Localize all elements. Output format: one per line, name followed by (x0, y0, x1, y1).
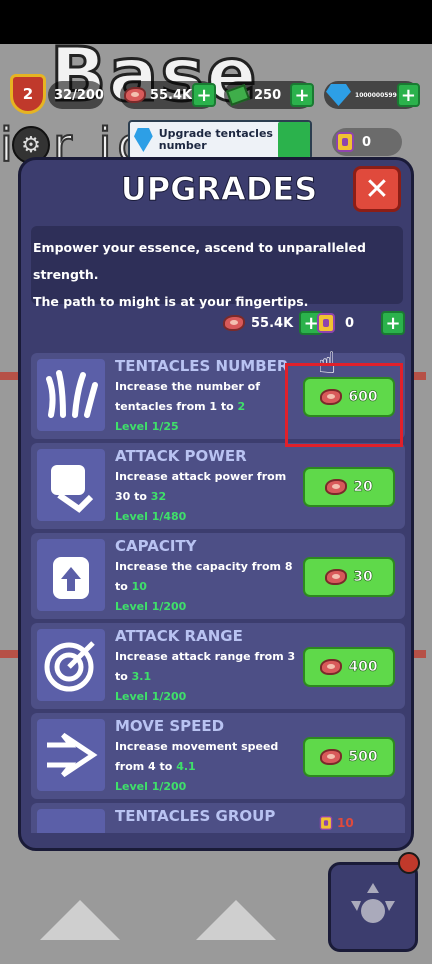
add-gems-button[interactable]: + (396, 83, 420, 107)
meat-icon (325, 479, 348, 495)
cash-icon (225, 84, 251, 106)
meat-balance: 55.4K + (223, 310, 324, 336)
meat-value: 55.4K (149, 87, 193, 103)
price-value: 30 (353, 569, 373, 586)
close-button[interactable]: ✕ (353, 166, 401, 212)
upgrade-card-tentacles-group: TENTACLES GROUP 10 (31, 803, 405, 833)
upgrade-card-move-speed: MOVE SPEED Increase movement speed from … (31, 713, 405, 799)
upgrade-desc-target: 2 (237, 400, 246, 413)
scroll-icon (317, 313, 335, 333)
target-icon (37, 629, 105, 701)
upgrade-notice-text: Upgrade tentacles number (158, 127, 273, 152)
speed-arrow-icon (37, 719, 105, 791)
population-value: 32/200 (54, 87, 104, 103)
scroll-counter: 0 (332, 128, 402, 156)
gem-icon (134, 128, 153, 152)
upgrade-desc-target: 32 (150, 490, 167, 503)
add-meat-button[interactable]: + (192, 83, 216, 107)
upgrade-name: MOVE SPEED (115, 717, 225, 735)
upgrade-level: Level 1/200 (115, 600, 187, 613)
upgrade-level: Level 1/200 (115, 780, 187, 793)
upgrade-description: Increase attack power from 30 to 32 Leve… (115, 467, 305, 527)
price-value: 500 (348, 749, 378, 766)
scroll-balance: 0 + (317, 310, 405, 336)
gem-icon (326, 84, 352, 106)
meat-counter: 55.4K + (120, 81, 216, 109)
buy-attack-power-button[interactable]: 20 (303, 467, 395, 507)
upgrade-desc-target: 10 (131, 580, 147, 593)
price-value: 20 (353, 479, 373, 496)
scroll-value: 0 (362, 134, 372, 150)
upgrade-description: Increase the capacity from 8 to 10 Level… (115, 557, 305, 617)
upgrade-notice[interactable]: Upgrade tentacles number (128, 120, 312, 160)
meat-icon (320, 659, 343, 675)
gems-counter: 1000000599 + (324, 81, 420, 109)
upgrade-description: Increase movement speed from 4 to 4.1 Le… (115, 737, 305, 797)
upgrade-card-attack-range: ATTACK RANGE Increase attack range from … (31, 623, 405, 709)
upgrade-description: Increase the number of tentacles from 1 … (115, 377, 305, 437)
meat-icon (223, 315, 245, 331)
scroll-icon (319, 816, 333, 830)
gems-value: 1000000599 (355, 91, 397, 99)
tentacles-icon (37, 359, 105, 431)
upgrade-name: TENTACLES GROUP (115, 807, 276, 825)
description-box: Empower your essence, ascend to unparall… (31, 226, 403, 309)
cash-counter: 250 + (224, 81, 314, 109)
up-arrow-icon (196, 900, 276, 940)
buy-move-speed-button[interactable]: 500 (303, 737, 395, 777)
upgrade-name: CAPACITY (115, 537, 197, 555)
up-arrow-icon (40, 900, 120, 940)
upgrade-card-attack-power: ATTACK POWER Increase attack power from … (31, 443, 405, 529)
meat-icon (325, 569, 348, 585)
add-scroll-button[interactable]: + (381, 311, 405, 335)
notification-dot (398, 852, 420, 874)
upgrade-desc-text: Increase movement speed from 4 to (115, 740, 279, 773)
close-icon: ✕ (364, 171, 390, 207)
scroll-balance-value: 0 (345, 315, 355, 331)
upgrade-name: ATTACK POWER (115, 447, 247, 465)
cash-value: 250 (254, 87, 282, 103)
fist-icon (37, 449, 105, 521)
upgrade-name: ATTACK RANGE (115, 627, 243, 645)
scroll-price: 10 (317, 813, 354, 833)
video-icon (278, 122, 310, 158)
upgrade-level: Level 1/480 (115, 510, 187, 523)
upgrade-level: Level 1/200 (115, 690, 187, 703)
description-line-1: Empower your essence, ascend to unparall… (33, 240, 366, 282)
upgrade-level: Level 1/25 (115, 420, 179, 433)
meat-icon (320, 749, 343, 765)
upgrades-menu-button[interactable] (328, 862, 418, 952)
upgrade-card-capacity: CAPACITY Increase the capacity from 8 to… (31, 533, 405, 619)
player-level-badge: 2 (10, 74, 46, 114)
buy-attack-range-button[interactable]: 400 (303, 647, 395, 687)
tentacles-group-icon (37, 809, 105, 833)
scroll-icon (336, 132, 354, 152)
population-counter: 32/200 (48, 81, 104, 109)
backpack-icon (37, 539, 105, 611)
buy-capacity-button[interactable]: 30 (303, 557, 395, 597)
tutorial-highlight (285, 363, 403, 447)
upgrade-description: Increase attack range from 3 to 3.1 Leve… (115, 647, 305, 707)
price-value: 10 (337, 816, 354, 830)
player-level: 2 (22, 85, 34, 103)
upgrade-desc-target: 3.1 (131, 670, 152, 683)
meat-icon (124, 87, 146, 103)
upgrade-desc-target: 4.1 (176, 760, 196, 773)
upgrade-desc-text: Increase attack power from 30 to (115, 470, 287, 503)
add-cash-button[interactable]: + (290, 83, 314, 107)
upgrade-name: TENTACLES NUMBER (115, 357, 289, 375)
fist-upgrade-icon (351, 883, 395, 923)
price-value: 400 (348, 659, 378, 676)
meat-balance-value: 55.4K (251, 315, 294, 331)
upgrades-modal: UPGRADES ✕ Empower your essence, ascend … (18, 157, 414, 851)
